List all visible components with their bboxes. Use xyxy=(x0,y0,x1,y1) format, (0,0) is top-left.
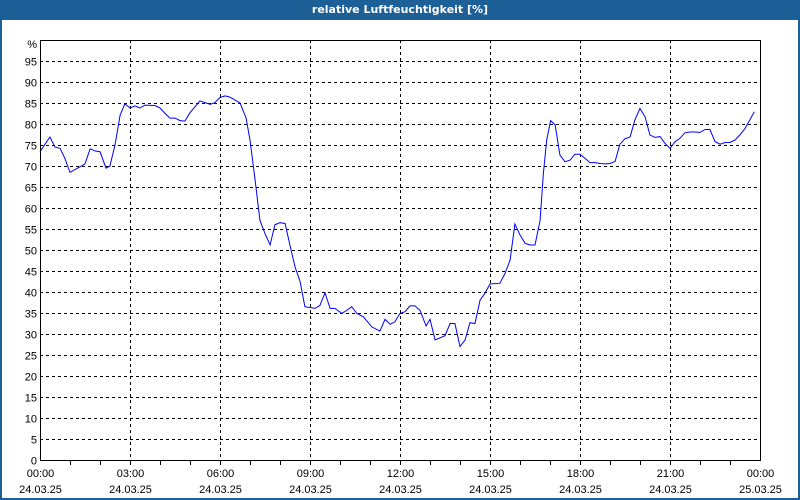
y-tick-label: 15 xyxy=(25,393,37,405)
x-tick-date: 24.03.25 xyxy=(649,484,692,496)
x-tick-time: 00:00 xyxy=(27,468,55,480)
y-tick-label: 35 xyxy=(25,309,37,321)
y-tick-label: 60 xyxy=(25,204,37,216)
x-tick-date: 24.03.25 xyxy=(289,484,332,496)
x-tick-date: 24.03.25 xyxy=(109,484,152,496)
y-tick-label: 55 xyxy=(25,225,37,237)
x-tick-date: 24.03.25 xyxy=(19,484,62,496)
y-tick-label: 40 xyxy=(25,288,37,300)
x-tick-time: 09:00 xyxy=(297,468,325,480)
x-tick-time: 06:00 xyxy=(207,468,235,480)
x-tick-date: 25.03.25 xyxy=(739,484,782,496)
x-tick-date: 24.03.25 xyxy=(199,484,242,496)
grid xyxy=(40,40,760,465)
x-axis: 00:00 24.03.25 03:00 24.03.25 06:00 24.03.25 0… xyxy=(19,460,782,496)
x-tick-time: 03:00 xyxy=(117,468,145,480)
y-tick-label: 85 xyxy=(25,99,37,111)
humidity-chart: 0 5 10 15 20 25 30 35 40 45 50 55 60 65 70 75 80 85 90 95 0… xyxy=(19,39,782,496)
y-tick-label: 50 xyxy=(25,246,37,258)
x-tick-time: 18:00 xyxy=(567,468,595,480)
y-tick-label: 20 xyxy=(25,372,37,384)
x-tick-date: 24.03.25 xyxy=(379,484,422,496)
y-axis: 0 5 10 15 20 25 30 35 40 45 50 55 60 65 70 75 80 85 90 95 xyxy=(25,57,37,468)
chart-window: relative Luftfeuchtigkeit [%] 0 5 10 15 20 25… xyxy=(0,0,800,500)
y-tick-label: 45 xyxy=(25,267,37,279)
y-tick-label: 75 xyxy=(25,141,37,153)
y-tick-label: 70 xyxy=(25,162,37,174)
y-tick-label: 95 xyxy=(25,57,37,69)
y-tick-label: 10 xyxy=(25,414,37,426)
y-tick-label: 30 xyxy=(25,330,37,342)
y-tick-label: 25 xyxy=(25,351,37,363)
series-line xyxy=(39,95,755,348)
x-tick-time: 21:00 xyxy=(657,468,685,480)
x-tick-time: 12:00 xyxy=(387,468,415,480)
y-unit-label: % xyxy=(27,39,37,51)
x-tick-time: 15:00 xyxy=(477,468,505,480)
y-tick-label: 80 xyxy=(25,120,37,132)
y-tick-label: 0 xyxy=(31,456,37,468)
y-tick-label: 5 xyxy=(31,435,37,447)
x-tick-date: 24.03.25 xyxy=(469,484,512,496)
x-tick-time: 00:00 xyxy=(747,468,775,480)
y-tick-label: 90 xyxy=(25,78,37,90)
y-tick-label: 65 xyxy=(25,183,37,195)
x-tick-date: 24.03.25 xyxy=(559,484,602,496)
